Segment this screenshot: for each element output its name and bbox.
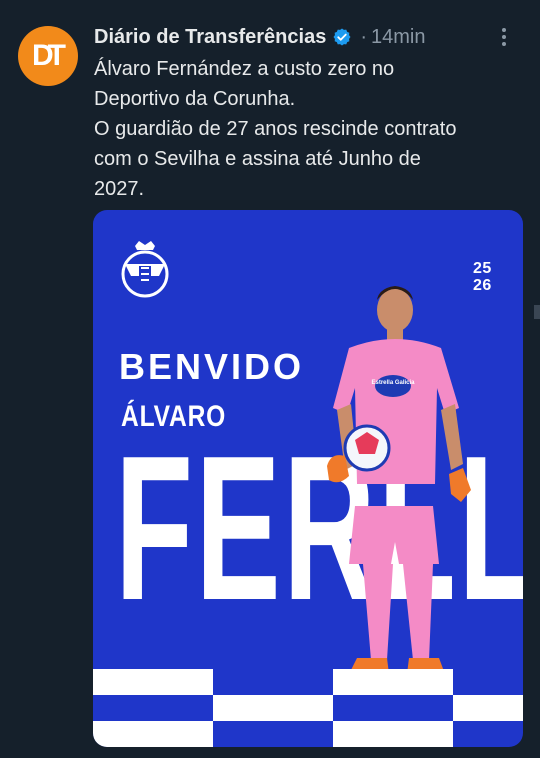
tweet-body: Álvaro Fernández a custo zero no Deporti… [94,54,524,204]
kit-sponsor-text: Estrella Galicia [371,380,415,386]
tweet-timestamp[interactable]: 14min [371,26,425,49]
headline-benvido: BENVIDO [119,346,305,387]
tweet-line: 2027. [94,178,145,200]
goalkeeper-player-image: Estrella Galicia [327,286,471,674]
author-avatar[interactable]: DT [18,26,78,86]
checkered-band [93,669,523,747]
tweet-header: Diário de Transferências · 14min [94,22,528,52]
verified-badge-icon [332,27,352,47]
tweet-line: O guardião de 27 anos rescinde contrato [94,118,457,140]
tweet-line: com o Sevilha e assina até Junho de [94,148,421,170]
more-dots-icon[interactable] [488,22,520,52]
scrollbar-handle[interactable] [534,305,540,319]
club-crest-icon [121,241,169,298]
tweet-line: Deportivo da Corunha. [94,88,296,110]
header-separator: · [360,25,367,48]
avatar-initials: DT [32,39,66,72]
author-name[interactable]: Diário de Transferências [94,26,326,49]
tweet-line: Álvaro Fernández a custo zero no [94,58,395,80]
tweet-media-image[interactable]: 25 26 BENVIDO ÁLVARO FERLLO Estrella Gal… [93,210,523,747]
